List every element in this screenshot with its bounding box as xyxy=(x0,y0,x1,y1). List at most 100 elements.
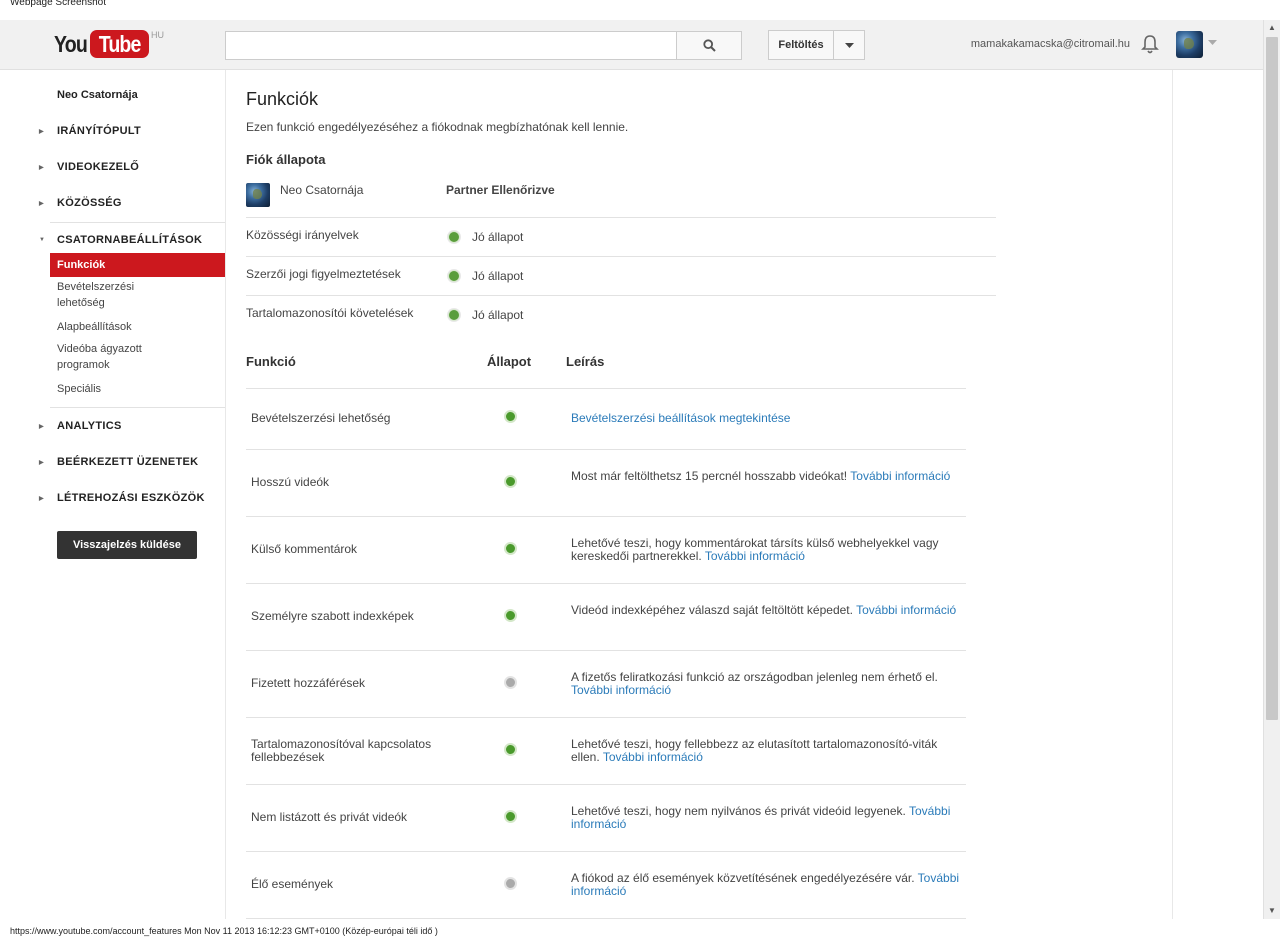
feature-description: Most már feltölthetsz 15 percnél hosszab… xyxy=(571,469,951,483)
feature-description: Lehetővé teszi, hogy kommentárokat társí… xyxy=(571,536,939,563)
sidebar-subitem-advanced[interactable]: Speciális xyxy=(57,381,101,397)
page-title: Funkciók xyxy=(246,89,319,109)
status-row-value: Jó állapot xyxy=(472,308,524,322)
feature-enabled-icon xyxy=(504,410,517,423)
search-input[interactable] xyxy=(225,31,677,60)
scroll-up-icon[interactable]: ▲ xyxy=(1264,20,1280,36)
caret-right-icon: ▶ xyxy=(39,424,44,430)
feature-enabled-icon xyxy=(504,609,517,622)
feature-enabled-icon xyxy=(504,810,517,823)
status-ok-icon xyxy=(448,231,460,243)
sidebar-subitem-invideo-programming[interactable]: Videóba ágyazott programok xyxy=(57,341,157,373)
chevron-down-icon[interactable] xyxy=(1208,40,1217,45)
feature-description: Bevételszerzési beállítások megtekintése xyxy=(571,412,966,425)
caret-right-icon: ▶ xyxy=(39,165,44,171)
chevron-down-icon xyxy=(844,42,854,48)
channel-avatar xyxy=(246,183,270,207)
feature-description: Videód indexképéhez válaszd saját feltöl… xyxy=(571,603,957,617)
caret-down-icon: ▼ xyxy=(39,237,46,243)
feature-description: A fizetős feliratkozási funkció az orszá… xyxy=(571,670,938,697)
sidebar-subitem-features[interactable]: Funkciók xyxy=(50,253,225,277)
feature-name: Nem listázott és privát videók xyxy=(251,810,408,824)
masthead: You Tube HU Feltöltés mamakakamacska@cit… xyxy=(0,20,1263,70)
feature-description: A fiókod az élő események közvetítésének… xyxy=(571,871,960,898)
browser-status-bar: https://www.youtube.com/account_features… xyxy=(10,926,438,936)
avatar[interactable] xyxy=(1176,31,1203,58)
sidebar-subitem-monetization[interactable]: Bevételszerzési lehetőség xyxy=(57,279,157,311)
divider xyxy=(246,851,966,852)
youtube-logo[interactable]: You Tube HU xyxy=(54,28,164,60)
feature-name: Külső kommentárok xyxy=(251,542,358,556)
logo-tube-text: Tube xyxy=(98,30,141,57)
feature-name: Hosszú videók xyxy=(251,475,330,489)
more-info-link[interactable]: További információ xyxy=(603,750,703,764)
sidebar-subitem-defaults[interactable]: Alapbeállítások xyxy=(57,319,132,335)
column-header-description: Leírás xyxy=(566,354,605,369)
feature-description: Lehetővé teszi, hogy nem nyilvános és pr… xyxy=(571,804,951,831)
status-row-value: Jó állapot xyxy=(472,269,524,283)
divider xyxy=(246,918,966,919)
logo-you-text: You xyxy=(54,31,88,57)
divider xyxy=(246,449,966,450)
divider xyxy=(246,650,966,651)
account-status-heading: Fiók állapota xyxy=(246,152,326,167)
screenshot-caption: Webpage Screenshot xyxy=(10,0,106,8)
divider xyxy=(246,583,966,584)
status-row-label: Tartalomazonosítói követelések xyxy=(246,306,414,320)
send-feedback-button[interactable]: Visszajelzés küldése xyxy=(57,531,197,559)
caret-right-icon: ▶ xyxy=(39,201,44,207)
more-info-link[interactable]: További információ xyxy=(850,469,950,483)
feature-description: Lehetővé teszi, hogy fellebbezz az eluta… xyxy=(571,737,938,764)
feature-enabled-icon xyxy=(504,542,517,555)
divider xyxy=(246,388,966,389)
upload-button[interactable]: Feltöltés xyxy=(768,30,834,60)
logo-tube-box: Tube xyxy=(89,30,149,58)
divider xyxy=(246,784,966,785)
more-info-link[interactable]: További információ xyxy=(571,683,671,697)
feature-disabled-icon xyxy=(504,877,517,890)
caret-right-icon: ▶ xyxy=(39,460,44,466)
vertical-scrollbar[interactable]: ▲ ▼ xyxy=(1263,20,1280,919)
caret-right-icon: ▶ xyxy=(39,496,44,502)
search-button[interactable] xyxy=(676,31,742,60)
feature-enabled-icon xyxy=(504,475,517,488)
scrollbar-thumb[interactable] xyxy=(1266,37,1278,720)
right-column-divider xyxy=(1172,70,1173,919)
feature-name: Élő események xyxy=(251,877,334,891)
search-icon xyxy=(702,39,716,52)
caret-right-icon: ▶ xyxy=(39,129,44,135)
sidebar: Neo Csatornája ▶ IRÁNYÍTÓPULT ▶ VIDEOKEZEL… xyxy=(0,70,226,919)
divider xyxy=(50,222,225,223)
sidebar-channel-name[interactable]: Neo Csatornája xyxy=(57,89,138,101)
feature-disabled-icon xyxy=(504,676,517,689)
more-info-link[interactable]: További információ xyxy=(705,549,805,563)
column-header-feature: Funkció xyxy=(246,354,296,369)
divider xyxy=(246,717,966,718)
divider xyxy=(246,217,996,218)
status-row-label: Szerzői jogi figyelmeztetések xyxy=(246,267,401,281)
feature-name: Személyre szabott indexképek xyxy=(251,609,414,623)
divider xyxy=(246,295,996,296)
upload-menu-button[interactable] xyxy=(834,30,865,60)
feature-link[interactable]: Bevételszerzési beállítások megtekintése xyxy=(571,411,790,425)
notification-bell-icon[interactable] xyxy=(1141,33,1159,55)
divider xyxy=(246,516,966,517)
feature-enabled-icon xyxy=(504,743,517,756)
status-ok-icon xyxy=(448,270,460,282)
page-description: Ezen funkció engedélyezéséhez a fiókodna… xyxy=(246,120,629,134)
divider xyxy=(246,256,996,257)
divider xyxy=(50,407,225,408)
feature-name: Fizetett hozzáférések xyxy=(251,676,366,690)
logo-region-label: HU xyxy=(150,30,164,40)
feature-name: Bevételszerzési lehetőség xyxy=(251,411,391,425)
partner-status: Partner Ellenőrizve xyxy=(446,183,555,197)
status-row-value: Jó állapot xyxy=(472,230,524,244)
column-header-state: Állapot xyxy=(487,354,532,369)
scroll-down-icon[interactable]: ▼ xyxy=(1264,903,1280,919)
status-row-label: Közösségi irányelvek xyxy=(246,228,359,242)
status-channel-name: Neo Csatornája xyxy=(280,183,364,197)
status-ok-icon xyxy=(448,309,460,321)
more-info-link[interactable]: További információ xyxy=(856,603,956,617)
feature-name: Tartalomazonosítóval kapcsolatos fellebb… xyxy=(251,737,432,764)
user-email[interactable]: mamakakamacska@citromail.hu xyxy=(971,38,1130,50)
